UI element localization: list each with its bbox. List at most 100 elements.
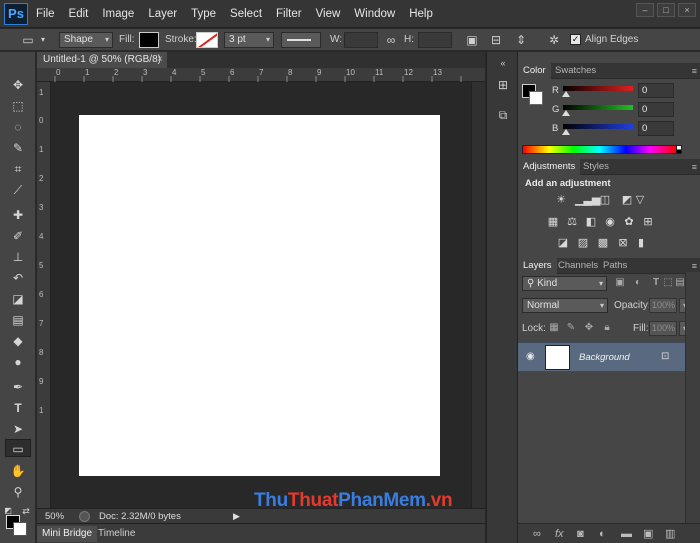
channel-g-value[interactable]: 0	[638, 102, 674, 117]
collapse-panels-icon[interactable]: «	[493, 54, 513, 72]
width-field[interactable]	[344, 32, 378, 48]
path-arrangement-icon[interactable]: ⇕	[513, 32, 529, 48]
opacity-field[interactable]: 100%	[649, 298, 677, 313]
document-canvas[interactable]	[79, 115, 440, 476]
path-selection-tool-icon[interactable]: ➤	[5, 420, 31, 438]
color-lookup-icon[interactable]: ⊞	[640, 215, 656, 229]
layer-style-icon[interactable]: fx	[555, 527, 564, 541]
black-white-swatch[interactable]	[676, 145, 682, 154]
path-alignment-icon[interactable]: ⊟	[488, 32, 504, 48]
channel-mixer-icon[interactable]: ✿	[621, 215, 637, 229]
curves-icon[interactable]: ◫	[597, 193, 613, 207]
filter-pixel-icon[interactable]: ▣	[613, 276, 627, 290]
tab-adjustments[interactable]: Adjustments	[518, 159, 581, 175]
close-button[interactable]: ×	[678, 3, 696, 17]
menu-window[interactable]: Window	[354, 0, 395, 28]
menu-image[interactable]: Image	[102, 0, 134, 28]
color-spectrum-bar[interactable]	[522, 145, 677, 154]
path-operations-icon[interactable]: ▣	[464, 32, 480, 48]
hue-saturation-icon[interactable]: ▦	[545, 215, 561, 229]
panel-menu-icon[interactable]: ≡	[692, 63, 697, 79]
color-balance-icon[interactable]: ⚖	[564, 215, 580, 229]
menu-filter[interactable]: Filter	[276, 0, 302, 28]
crop-tool-icon[interactable]: ⌗	[5, 160, 31, 178]
type-tool-icon[interactable]: T	[5, 399, 31, 417]
slider-thumb-icon[interactable]	[562, 129, 570, 135]
eyedropper-tool-icon[interactable]: ⟋	[5, 181, 31, 199]
stroke-type-dropdown[interactable]	[281, 32, 321, 48]
blend-mode-dropdown[interactable]: Normal	[522, 298, 608, 313]
lock-all-icon[interactable]: 🔒︎	[600, 321, 614, 335]
eye-icon[interactable]: ◉	[526, 351, 535, 362]
vibrance-icon[interactable]: ▽	[632, 193, 648, 207]
hand-tool-icon[interactable]: ✋	[5, 462, 31, 480]
menu-help[interactable]: Help	[409, 0, 433, 28]
new-group-icon[interactable]: ▬	[621, 527, 632, 541]
menu-file[interactable]: File	[36, 0, 55, 28]
rectangle-tool-icon[interactable]: ▭	[5, 439, 31, 457]
status-info-icon[interactable]	[79, 511, 90, 522]
quick-selection-tool-icon[interactable]: ✎	[5, 139, 31, 157]
gradient-map-icon[interactable]: ▮	[633, 236, 649, 250]
channel-r-slider[interactable]	[563, 86, 633, 91]
channel-r-value[interactable]: 0	[638, 83, 674, 98]
document-tab[interactable]: Untitled-1 @ 50% (RGB/8)	[37, 52, 167, 68]
channel-b-slider[interactable]	[563, 124, 633, 129]
tab-mini-bridge[interactable]: Mini Bridge	[37, 526, 98, 542]
tool-preset-icon[interactable]: ▭	[18, 32, 38, 48]
slider-thumb-icon[interactable]	[562, 110, 570, 116]
status-menu-arrow-icon[interactable]: ▶	[233, 509, 240, 524]
slider-thumb-icon[interactable]	[562, 91, 570, 97]
filter-adjustment-icon[interactable]: ◐	[631, 276, 645, 290]
tab-layers[interactable]: Layers	[518, 258, 557, 274]
brightness-contrast-icon[interactable]: ☀	[553, 193, 569, 207]
invert-icon[interactable]: ◪	[555, 236, 571, 250]
threshold-icon[interactable]: ▩	[595, 236, 611, 250]
zoom-tool-icon[interactable]: ⚲	[5, 483, 31, 501]
maximize-button[interactable]: □	[657, 3, 675, 17]
link-layers-icon[interactable]: ∞	[533, 527, 541, 541]
fill-field[interactable]: 100%	[649, 321, 677, 336]
tab-channels[interactable]: Channels	[553, 258, 603, 274]
photo-filter-icon[interactable]: ◉	[602, 215, 618, 229]
channel-g-slider[interactable]	[563, 105, 633, 110]
tool-preset-chevron-icon[interactable]: ▾	[38, 32, 48, 48]
lock-transparent-icon[interactable]: ▦	[547, 321, 561, 335]
brush-tool-icon[interactable]: ✐	[5, 227, 31, 245]
marquee-tool-icon[interactable]: ⬚	[5, 97, 31, 115]
shape-mode-dropdown[interactable]: Shape	[59, 32, 113, 48]
new-adjustment-layer-icon[interactable]: ◐	[599, 527, 606, 541]
dodge-tool-icon[interactable]: ●	[5, 353, 31, 371]
pen-tool-icon[interactable]: ✒	[5, 378, 31, 396]
gradient-tool-icon[interactable]: ▤	[5, 311, 31, 329]
levels-icon[interactable]: ▁▃▅	[575, 193, 600, 207]
tab-timeline[interactable]: Timeline	[93, 526, 140, 542]
blur-tool-icon[interactable]: ◆	[5, 332, 31, 350]
eraser-tool-icon[interactable]: ◪	[5, 290, 31, 308]
posterize-icon[interactable]: ▨	[575, 236, 591, 250]
healing-brush-tool-icon[interactable]: ✚	[5, 206, 31, 224]
zoom-level[interactable]: 50%	[45, 509, 64, 524]
menu-select[interactable]: Select	[230, 0, 262, 28]
tab-color[interactable]: Color	[518, 63, 551, 79]
link-icon[interactable]: ∞	[383, 32, 399, 48]
background-color-swatch[interactable]	[13, 522, 27, 536]
gear-icon[interactable]: ✲	[546, 32, 562, 48]
clone-stamp-tool-icon[interactable]: ⊥	[5, 248, 31, 266]
new-layer-icon[interactable]: ▣	[643, 527, 653, 541]
stroke-swatch[interactable]	[196, 32, 218, 48]
lock-position-icon[interactable]: ✥	[582, 321, 596, 335]
black-white-icon[interactable]: ◧	[583, 215, 599, 229]
layers-scrollbar[interactable]	[685, 272, 700, 523]
channel-b-value[interactable]: 0	[638, 121, 674, 136]
menu-view[interactable]: View	[316, 0, 341, 28]
fill-swatch[interactable]	[139, 32, 159, 48]
align-edges-checkbox[interactable]: ✓	[570, 34, 581, 45]
tab-swatches[interactable]: Swatches	[550, 63, 601, 79]
height-field[interactable]	[418, 32, 452, 48]
menu-layer[interactable]: Layer	[148, 0, 177, 28]
lock-image-icon[interactable]: ✎	[564, 321, 578, 335]
menu-type[interactable]: Type	[191, 0, 216, 28]
add-mask-icon[interactable]: ◙	[577, 527, 584, 541]
move-tool-icon[interactable]: ✥	[5, 76, 31, 94]
